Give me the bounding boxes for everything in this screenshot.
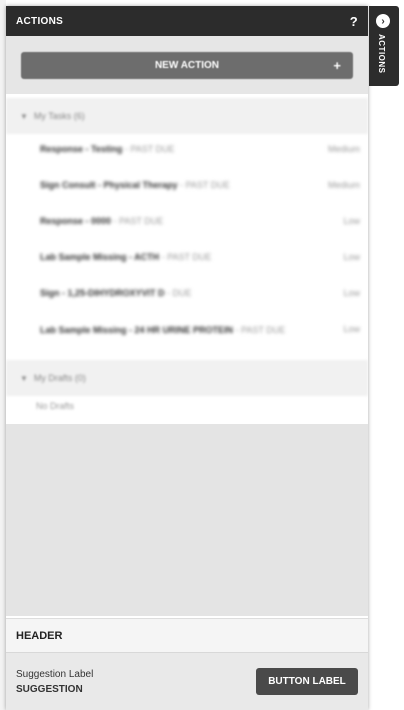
task-row[interactable]: Sign - 1,25-DIHYDROXYVIT D - DUE Low — [6, 278, 368, 314]
drafts-section-header[interactable]: ▼ My Drafts (0) — [6, 360, 368, 396]
task-status: - PAST DUE — [233, 325, 286, 335]
drafts-section-label: My Drafts (0) — [33, 373, 86, 383]
tasks-section-label: My Tasks (6) — [33, 111, 85, 121]
task-priority: Low — [343, 252, 360, 262]
chevron-down-icon: ▼ — [20, 373, 28, 383]
actions-side-tab[interactable]: › ACTIONS — [369, 6, 399, 86]
task-row[interactable]: Lab Sample Missing - 24 HR URINE PROTEIN… — [6, 314, 368, 360]
task-status: - DUE — [164, 288, 192, 298]
actions-panel: ACTIONS ? NEW ACTION + ▼ My Tasks (6) Re… — [6, 6, 368, 710]
task-name: Response - Testing — [40, 144, 123, 154]
help-icon[interactable]: ? — [350, 14, 358, 29]
new-action-bar: NEW ACTION + — [6, 36, 368, 94]
task-priority: Low — [343, 216, 360, 226]
chevron-down-icon: ▼ — [20, 111, 28, 121]
task-row[interactable]: Response - 0000 - PAST DUE Low — [6, 206, 368, 242]
task-name: Lab Sample Missing - ACTH — [40, 252, 160, 262]
suggestion-text: Suggestion Label SUGGESTION — [16, 667, 93, 697]
suggestion-label: Suggestion Label — [16, 668, 94, 680]
panel-header: ACTIONS ? — [6, 6, 368, 36]
side-tab-label: ACTIONS — [377, 34, 386, 74]
suggestion-value: SUGGESTION — [16, 683, 83, 695]
task-priority: Low — [343, 324, 360, 334]
suggestion-button[interactable]: BUTTON LABEL — [256, 668, 358, 695]
footer-header: HEADER — [6, 618, 368, 652]
task-row[interactable]: Sign Consult - Physical Therapy - PAST D… — [6, 170, 368, 206]
new-action-button[interactable]: NEW ACTION + — [21, 51, 353, 79]
task-priority: Low — [343, 288, 360, 298]
plus-icon: + — [333, 57, 341, 73]
task-priority: Medium — [327, 144, 360, 154]
task-status: - PAST DUE — [177, 180, 230, 190]
content-placeholder — [6, 424, 368, 616]
task-status: - PAST DUE — [159, 252, 212, 262]
task-name: Lab Sample Missing - 24 HR URINE PROTEIN — [40, 325, 234, 335]
tasks-section-header[interactable]: ▼ My Tasks (6) — [6, 98, 368, 134]
drafts-empty-text: No Drafts — [36, 401, 75, 411]
task-name: Sign Consult - Physical Therapy — [40, 180, 178, 190]
suggestion-bar: Suggestion Label SUGGESTION BUTTON LABEL — [6, 652, 368, 710]
task-name: Sign - 1,25-DIHYDROXYVIT D — [40, 288, 165, 298]
task-status: - PAST DUE — [122, 144, 175, 154]
task-status: - PAST DUE — [111, 216, 164, 226]
task-name: Response - 0000 — [40, 216, 112, 226]
chevron-right-icon: › — [376, 14, 390, 28]
task-row[interactable]: Response - Testing - PAST DUE Medium — [6, 134, 368, 170]
panel-title: ACTIONS — [16, 15, 64, 27]
new-action-label: NEW ACTION — [154, 59, 220, 71]
task-priority: Medium — [327, 180, 360, 190]
task-row[interactable]: Lab Sample Missing - ACTH - PAST DUE Low — [6, 242, 368, 278]
